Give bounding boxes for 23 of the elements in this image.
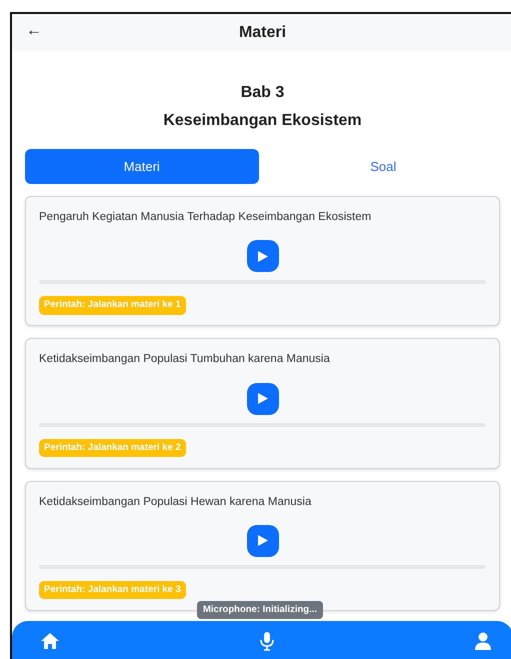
status-toast: Microphone: Initializing...: [197, 600, 323, 619]
home-button[interactable]: [40, 631, 60, 651]
play-icon: [256, 392, 268, 405]
play-button[interactable]: [246, 524, 278, 557]
play-icon: [256, 534, 268, 548]
profile-button[interactable]: [473, 631, 493, 651]
play-button[interactable]: [246, 382, 278, 414]
tab[interactable]: Soal: [266, 149, 500, 184]
command-label: Perintah: Jalankan materi ke 1: [39, 296, 186, 314]
play-button[interactable]: [246, 240, 278, 272]
home-icon: [40, 631, 60, 651]
lesson-title: Ketidakseimbangan Populasi Hewan karena Manusia: [39, 494, 312, 510]
user-icon: [473, 631, 493, 651]
play-icon: [256, 250, 268, 263]
tab[interactable]: Materi: [25, 149, 258, 184]
page-title: Materi: [238, 23, 286, 43]
chapter-number: Bab 3: [240, 83, 286, 103]
back-button[interactable]: ←: [24, 20, 44, 42]
chapter-title: Keseimbangan Ekosistem: [162, 111, 363, 131]
lesson-title: Ketidakseimbangan Populasi Tumbuhan karena Manusia: [39, 352, 331, 368]
command-label: Perintah: Jalankan materi ke 2: [39, 438, 186, 457]
command-label: Perintah: Jalankan materi ke 3: [39, 580, 186, 599]
lesson-title: Pengaruh Kegiatan Manusia Terhadap Keseimbangan Ekosistem: [39, 210, 372, 225]
